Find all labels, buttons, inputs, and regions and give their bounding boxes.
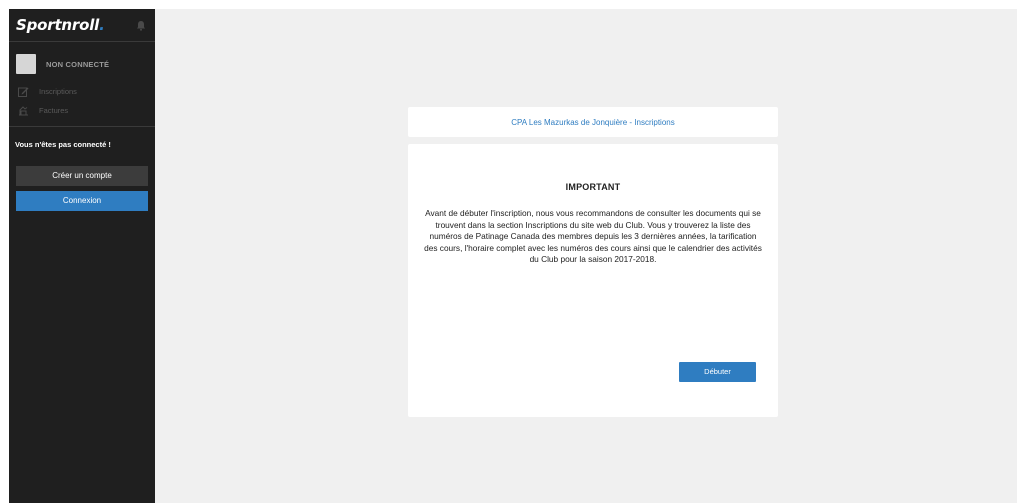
logo-text: Sportnroll (16, 16, 100, 34)
page-title: CPA Les Mazurkas de Jonquière - Inscript… (511, 117, 675, 127)
sidebar: Sportnroll. NON CONNECTÉ Inscriptions Fa… (9, 9, 155, 503)
logo-dot: . (99, 16, 105, 34)
login-button[interactable]: Connexion (16, 191, 148, 211)
info-text: Avant de débuter l'inscription, nous vou… (424, 208, 762, 264)
main-content: CPA Les Mazurkas de Jonquière - Inscript… (155, 9, 1017, 503)
title-card: CPA Les Mazurkas de Jonquière - Inscript… (408, 107, 778, 137)
edit-icon (18, 87, 29, 97)
not-connected-message: Vous n'êtes pas connecté ! (15, 140, 111, 149)
sidebar-item-label: Factures (39, 106, 69, 115)
start-button[interactable]: Débuter (679, 362, 756, 382)
sidebar-item-inscriptions[interactable]: Inscriptions (9, 82, 155, 101)
bell-icon[interactable] (136, 20, 146, 31)
info-card: IMPORTANT Avant de débuter l'inscription… (408, 144, 778, 417)
user-status: NON CONNECTÉ (46, 59, 110, 69)
app-frame: Sportnroll. NON CONNECTÉ Inscriptions Fa… (9, 9, 1017, 503)
important-heading: IMPORTANT (565, 182, 621, 192)
avatar (16, 54, 36, 74)
sidebar-header: Sportnroll. (9, 9, 155, 41)
sidebar-item-factures[interactable]: Factures (9, 101, 155, 120)
sidebar-item-label: Inscriptions (39, 87, 77, 96)
user-status-row: NON CONNECTÉ (9, 42, 155, 82)
logo[interactable]: Sportnroll. (16, 16, 105, 34)
invoice-icon (19, 106, 28, 116)
create-account-button[interactable]: Créer un compte (16, 166, 148, 186)
